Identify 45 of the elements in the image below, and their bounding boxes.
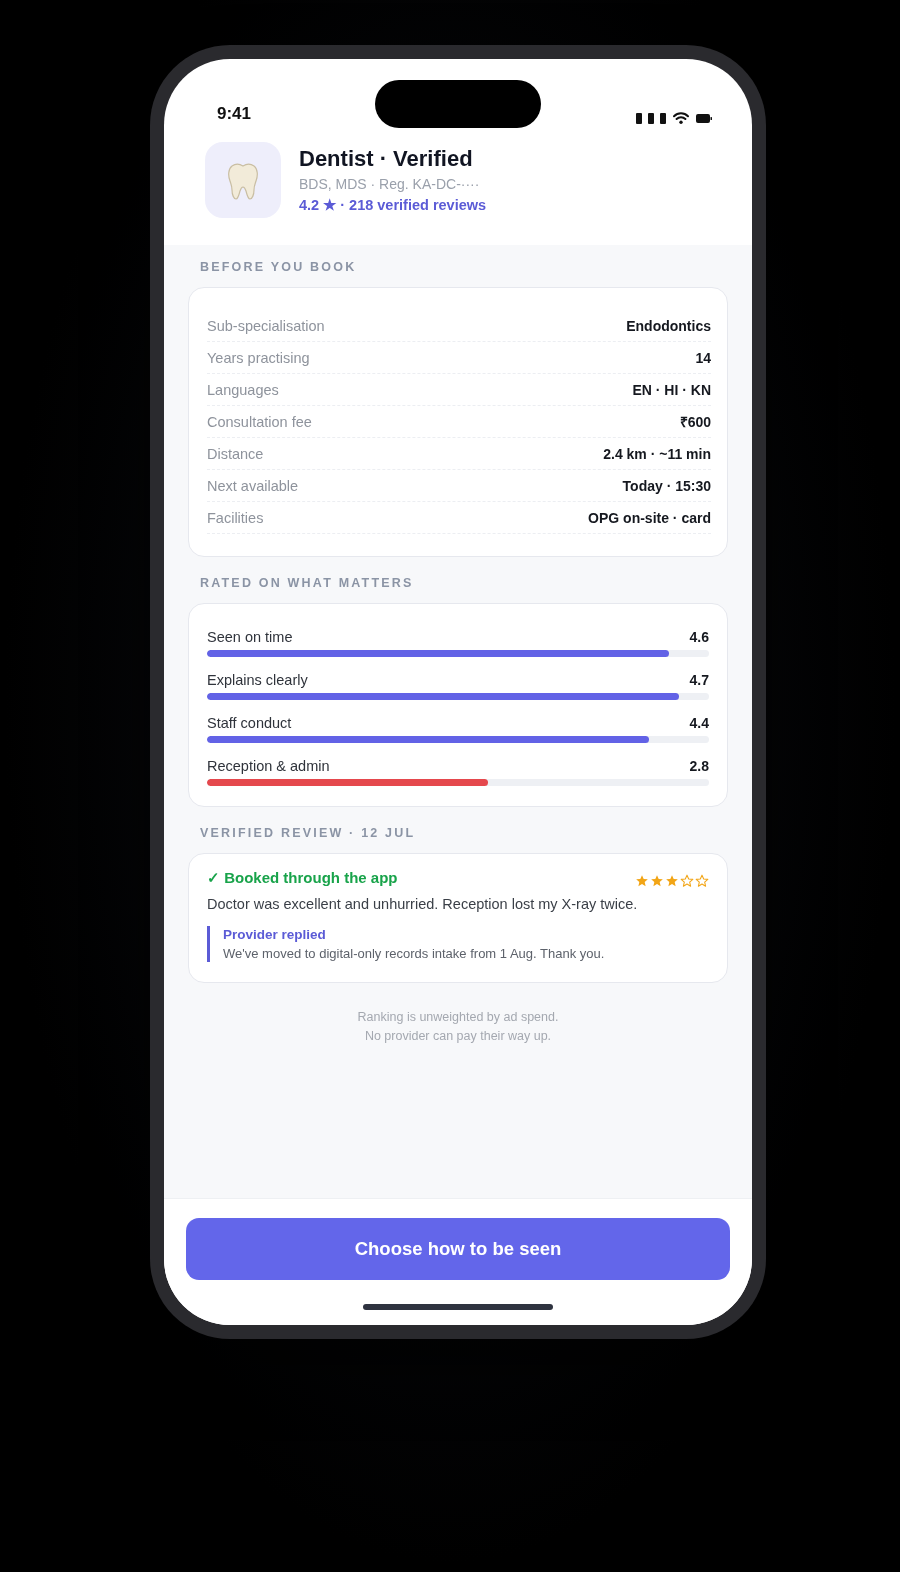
rating-summary: 4.2 ★ · 218 verified reviews	[299, 195, 487, 215]
filled-star-icon	[665, 874, 679, 888]
rating-label: Explains clearly	[207, 672, 308, 688]
review-text: Doctor was excellent and unhurried. Reception lost my X-ray twice.	[207, 895, 639, 914]
info-value: 2.4 km · ~11 min	[603, 445, 711, 462]
info-label: Distance	[207, 445, 264, 462]
footnote-text: Ranking is unweighted by ad spend.	[357, 1009, 559, 1025]
rating-label: Reception & admin	[207, 758, 330, 774]
info-label: Languages	[207, 381, 279, 398]
rating-label: Staff conduct	[207, 715, 292, 731]
provider-credentials: BDS, MDS · Reg. KA-DC-····	[299, 174, 481, 193]
info-value: 14	[695, 349, 711, 366]
rating-score: 4.6	[689, 629, 709, 645]
info-value: Endodontics	[626, 317, 711, 334]
reply-text: We've moved to digital-only records intake from 1 Aug. Thank you.	[223, 946, 606, 961]
choose-button[interactable]: Choose how to be seen	[186, 1218, 730, 1280]
rating-score: 2.8	[689, 758, 709, 774]
section-heading: BEFORE YOU BOOK	[200, 259, 358, 275]
footnote-text: No provider can pay their way up.	[364, 1028, 552, 1044]
section-heading: VERIFIED REVIEW · 12 JUL	[200, 825, 417, 841]
reply-title: Provider replied	[223, 927, 327, 942]
booked-status-label: ✓ Booked through the app	[207, 869, 398, 887]
wifi-icon	[673, 112, 689, 124]
rating-score: 4.4	[689, 715, 709, 731]
tooth-icon	[205, 142, 281, 218]
info-label: Facilities	[207, 509, 264, 526]
info-value: EN · HI · KN	[632, 381, 711, 398]
battery-icon	[696, 113, 712, 123]
provider-title: Dentist · Verified	[299, 145, 474, 172]
info-label: Sub-specialisation	[207, 317, 325, 334]
status-time: 9:41	[217, 103, 252, 125]
info-label: Next available	[207, 477, 299, 494]
empty-star-icon	[695, 874, 709, 888]
empty-star-icon	[680, 874, 694, 888]
filled-star-icon	[635, 874, 649, 888]
info-label: Consultation fee	[207, 413, 312, 430]
section-heading: RATED ON WHAT MATTERS	[200, 575, 415, 591]
signal-icon	[636, 112, 666, 124]
info-value: Today · 15:30	[622, 477, 711, 494]
rating-label: Seen on time	[207, 629, 293, 645]
info-label: Years practising	[207, 349, 310, 366]
info-value: ₹600	[679, 413, 711, 431]
info-value: OPG on-site · card	[588, 509, 711, 526]
rating-score: 4.7	[689, 672, 709, 688]
filled-star-icon	[650, 874, 664, 888]
